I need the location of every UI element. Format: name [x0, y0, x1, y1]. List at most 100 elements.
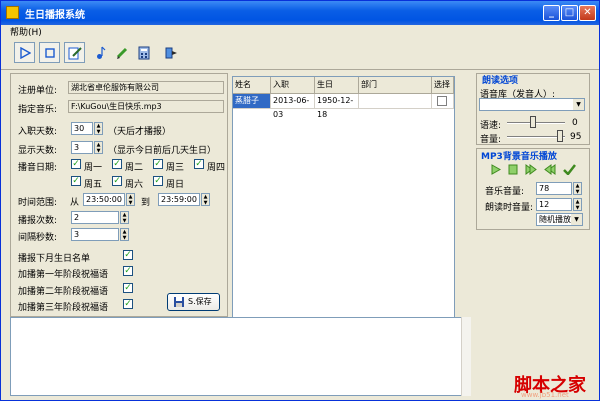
toolbar-divider: [1, 69, 599, 70]
calculator-button[interactable]: [133, 42, 154, 63]
weekday-label-thu: 周四: [207, 163, 226, 173]
main-window: 生日播报系统 _ □ ✕ 帮助(H) 注册单位: 湖北省卓伦服饰有限公司 指定音…: [0, 0, 600, 401]
read-volume-input[interactable]: 12: [536, 198, 572, 211]
clear-button[interactable]: [111, 42, 132, 63]
weekday-checkbox-mon[interactable]: ✓: [71, 159, 81, 169]
display-days-input[interactable]: 3: [71, 141, 93, 154]
reg-unit-label: 注册单位:: [18, 86, 58, 96]
interval-spinner[interactable]: ▲ ▼: [120, 228, 129, 241]
time-to-label: 到: [141, 198, 151, 208]
maximize-button[interactable]: □: [561, 5, 578, 21]
volume-slider-thumb[interactable]: [557, 130, 563, 142]
toolbar: [10, 42, 177, 67]
speed-slider-track[interactable]: [507, 122, 565, 124]
opt-year2-label: 加播第二年阶段祝福语: [18, 287, 109, 297]
table-row-dept[interactable]: [359, 94, 432, 109]
time-to-input[interactable]: 23:59:00: [158, 193, 200, 206]
opt-year1-checkbox[interactable]: ✓: [123, 266, 133, 276]
exit-button[interactable]: [160, 42, 181, 63]
column-header-name[interactable]: 姓名: [233, 77, 271, 94]
weekday-checkbox-sat[interactable]: ✓: [112, 176, 122, 186]
stop-button[interactable]: [39, 42, 60, 63]
entry-days-spinner[interactable]: ▲ ▼: [94, 122, 103, 135]
table-row-birthday[interactable]: 1950-12-18: [315, 94, 359, 119]
birthday-table[interactable]: 姓名 入职 生日 部门 选择 蒸腊子 2013-06-03 1950-12-18: [232, 76, 455, 321]
close-button[interactable]: ✕: [579, 5, 596, 21]
play-count-spinner[interactable]: ▲ ▼: [120, 211, 129, 224]
watermark-url: www.jb51.net: [521, 391, 569, 399]
music-volume-label: 音乐音量:: [485, 187, 525, 197]
interval-label: 间隔秒数:: [18, 233, 58, 243]
voice-select[interactable]: ▼: [479, 98, 585, 111]
reg-unit-field[interactable]: 湖北省卓伦服饰有限公司: [68, 81, 224, 94]
voice-dropdown-arrow-icon[interactable]: ▼: [573, 99, 584, 110]
music-volume-input[interactable]: 78: [536, 182, 572, 195]
table-row-entry[interactable]: 2013-06-03: [271, 94, 315, 119]
log-scrollbar[interactable]: [461, 317, 471, 396]
display-days-spinner[interactable]: ▲ ▼: [94, 141, 103, 154]
weekday-checkbox-wed[interactable]: ✓: [153, 159, 163, 169]
column-header-select[interactable]: 选择: [432, 77, 454, 94]
opt-year3-checkbox[interactable]: ✓: [123, 299, 133, 309]
speed-value: 0: [572, 118, 578, 128]
entry-days-hint: （天后才播报）: [108, 127, 172, 137]
interval-input[interactable]: 3: [71, 228, 119, 241]
table-row-select-cell[interactable]: [432, 94, 454, 109]
minimize-button[interactable]: _: [543, 5, 560, 21]
stop-icon: [44, 47, 55, 58]
pen-icon: [116, 47, 127, 59]
bg-next-icon[interactable]: [525, 164, 537, 175]
save-button[interactable]: S.保存: [167, 293, 220, 311]
column-header-birthday[interactable]: 生日: [315, 77, 359, 94]
log-textarea[interactable]: [10, 317, 471, 396]
read-volume-spinner[interactable]: ▲ ▼: [573, 198, 582, 211]
weekday-label-sun: 周日: [166, 180, 185, 190]
weekday-checkbox-tue[interactable]: ✓: [112, 159, 122, 169]
bg-stop-icon[interactable]: [508, 164, 518, 175]
column-header-entry[interactable]: 入职: [271, 77, 315, 94]
table-row-name[interactable]: 蒸腊子: [233, 94, 271, 109]
speed-slider-thumb[interactable]: [530, 116, 536, 128]
edit-button[interactable]: [64, 42, 85, 63]
bg-confirm-check-icon[interactable]: [563, 164, 576, 175]
time-to-spinner[interactable]: ▲ ▼: [201, 193, 210, 206]
music-button[interactable]: [89, 42, 110, 63]
entry-days-label: 入职天数:: [18, 127, 58, 137]
time-from-input[interactable]: 23:50:00: [83, 193, 125, 206]
read-volume-label: 朗读时音量:: [485, 203, 534, 213]
reading-options-title: 朗读选项: [482, 76, 519, 86]
opt-year3-label: 加播第三年阶段祝福语: [18, 303, 109, 313]
time-from-spinner[interactable]: ▲ ▼: [126, 193, 135, 206]
display-days-label: 显示天数:: [18, 146, 58, 156]
save-button-label: S.保存: [188, 297, 212, 306]
weekday-label-mon: 周一: [84, 163, 103, 173]
weekday-label-sat: 周六: [125, 180, 144, 190]
weekday-label-fri: 周五: [84, 180, 103, 190]
weekday-checkbox-thu[interactable]: ✓: [194, 159, 204, 169]
time-from-label: 从: [70, 198, 80, 208]
column-header-dept[interactable]: 部门: [359, 77, 432, 94]
bg-previous-icon[interactable]: [544, 164, 556, 175]
menu-help[interactable]: 帮助(H): [10, 25, 42, 38]
music-path-field[interactable]: F:\KuGou\生日快乐.mp3: [68, 100, 224, 113]
play-count-input[interactable]: 2: [71, 211, 119, 224]
play-mode-select[interactable]: 随机播放 ▼: [536, 213, 583, 226]
speed-label: 语速:: [480, 121, 502, 131]
play-button[interactable]: [14, 42, 35, 63]
opt-next-month-checkbox[interactable]: ✓: [123, 250, 133, 260]
weekday-label-wed: 周三: [166, 163, 185, 173]
menu-bar: 帮助(H): [1, 25, 599, 38]
music-volume-spinner[interactable]: ▲ ▼: [573, 182, 582, 195]
table-row-select-checkbox[interactable]: [437, 96, 447, 106]
bg-play-icon[interactable]: [491, 164, 501, 175]
play-mode-value: 随机播放: [539, 215, 571, 224]
weekday-checkbox-sun[interactable]: ✓: [153, 176, 163, 186]
entry-days-input[interactable]: 30: [71, 122, 93, 135]
opt-year2-checkbox[interactable]: ✓: [123, 283, 133, 293]
play-icon: [19, 46, 31, 59]
opt-next-month-label: 播报下月生日名单: [18, 254, 91, 264]
play-mode-dropdown-arrow-icon[interactable]: ▼: [571, 214, 582, 225]
weekday-checkbox-fri[interactable]: ✓: [71, 176, 81, 186]
floppy-disk-icon: [174, 297, 184, 307]
music-label: 指定音乐:: [18, 105, 58, 115]
